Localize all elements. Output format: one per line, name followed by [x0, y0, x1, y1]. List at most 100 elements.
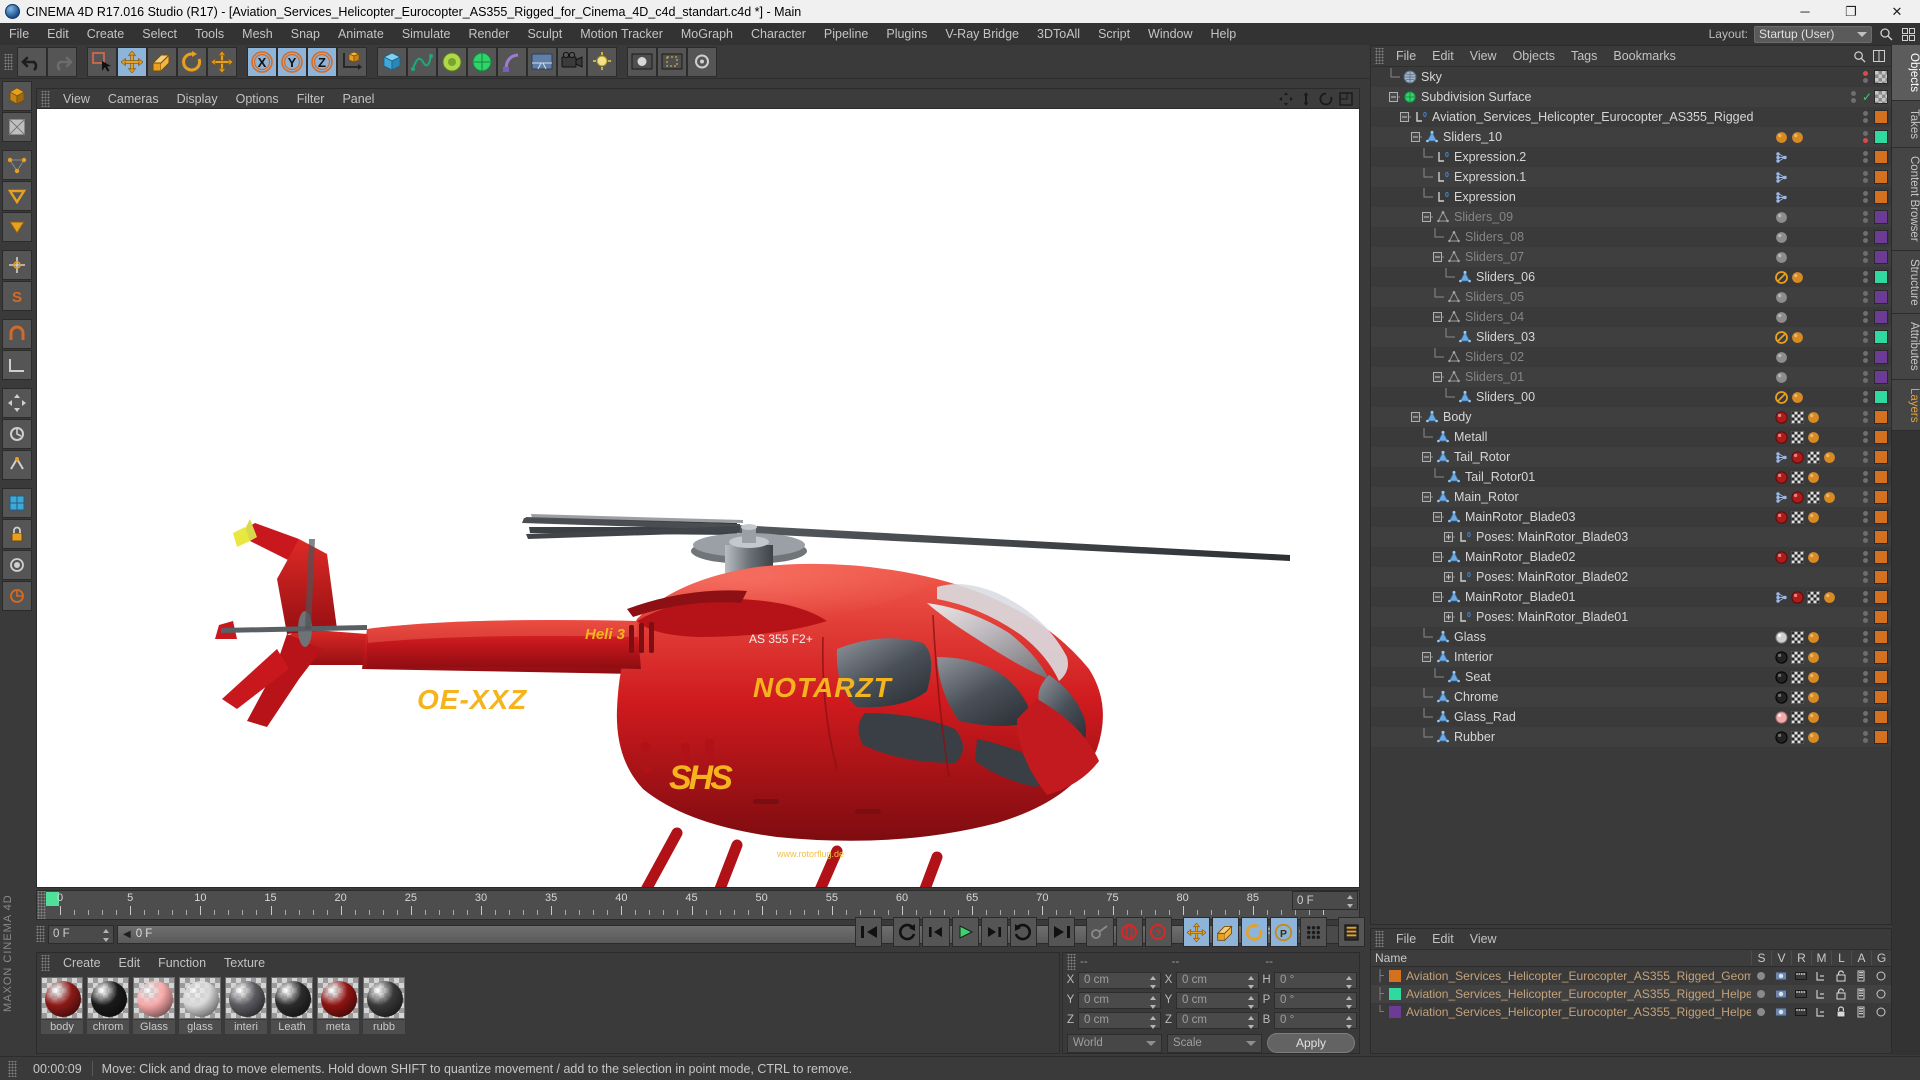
visibility-dots[interactable]: [1861, 650, 1870, 664]
subdivision-surface-button[interactable]: [467, 46, 497, 77]
layer-name[interactable]: Aviation_Services_Helicopter_Eurocopter_…: [1406, 969, 1751, 983]
object-name[interactable]: Sliders_07: [1465, 250, 1524, 264]
material-item[interactable]: Glass: [133, 977, 175, 1034]
menu-item-script[interactable]: Script: [1089, 23, 1139, 45]
expander-minus-icon[interactable]: [1432, 247, 1445, 267]
camera-button[interactable]: [557, 46, 587, 77]
visibility-dots[interactable]: [1861, 190, 1870, 204]
object-tree-row[interactable]: 0 Expression: [1371, 187, 1891, 207]
visibility-dots[interactable]: [1861, 350, 1870, 364]
point-level-animation-button[interactable]: [1299, 917, 1327, 947]
object-tree-row[interactable]: 0 Poses: MainRotor_Blade03: [1371, 527, 1891, 547]
status-bar-grip[interactable]: [8, 1060, 17, 1077]
visibility-dots[interactable]: [1861, 310, 1870, 324]
tag-checker-tag[interactable]: [1791, 630, 1804, 644]
menu-item-character[interactable]: Character: [742, 23, 815, 45]
layer-column-r[interactable]: R: [1791, 951, 1811, 965]
layer-color-swatch[interactable]: [1874, 410, 1888, 424]
layer-color-swatch[interactable]: [1874, 90, 1888, 104]
apply-button[interactable]: Apply: [1267, 1033, 1355, 1053]
layer-color-swatch[interactable]: [1874, 310, 1888, 324]
layer-row[interactable]: ├ Aviation_Services_Helicopter_Eurocopter…: [1371, 967, 1891, 985]
visibility-dots[interactable]: [1861, 690, 1870, 704]
visibility-dots[interactable]: [1861, 510, 1870, 524]
material-swatch[interactable]: [225, 977, 267, 1019]
visibility-dots[interactable]: [1861, 550, 1870, 564]
spline-pen-button[interactable]: [407, 46, 437, 77]
visibility-dots[interactable]: [1861, 670, 1870, 684]
size-x-field[interactable]: 0 cm: [1176, 971, 1259, 989]
material-item[interactable]: Leath: [271, 977, 313, 1034]
object-tree-row[interactable]: Rubber: [1371, 727, 1891, 747]
expander-minus-icon[interactable]: [1432, 507, 1445, 527]
visibility-dots[interactable]: [1861, 330, 1870, 344]
object-name[interactable]: Sliders_04: [1465, 310, 1524, 324]
record-button[interactable]: [2, 550, 32, 580]
material-item[interactable]: glass: [179, 977, 221, 1034]
tag-sphere-orange[interactable]: [1807, 711, 1820, 724]
layer-color-swatch[interactable]: [1874, 710, 1888, 724]
layer-color-swatch[interactable]: [1874, 370, 1888, 384]
tag-mat-red[interactable]: [1791, 590, 1804, 604]
axis-y-button[interactable]: Y: [277, 46, 307, 77]
tag-sphere-grey[interactable]: [1775, 351, 1788, 364]
menu-item-create[interactable]: Create: [78, 23, 134, 45]
material-menu-create[interactable]: Create: [54, 953, 110, 973]
layer-render-icon[interactable]: [1791, 988, 1811, 1000]
object-name[interactable]: Aviation_Services_Helicopter_Eurocopter_…: [1432, 110, 1754, 124]
coordinate-system-dropdown[interactable]: World: [1067, 1033, 1162, 1053]
object-name[interactable]: Sliders_10: [1443, 130, 1502, 144]
object-tree-row[interactable]: Glass: [1371, 627, 1891, 647]
layer-color-swatch[interactable]: [1874, 210, 1888, 224]
step-forward-button[interactable]: [980, 917, 1008, 947]
object-tree-row[interactable]: 0 Poses: MainRotor_Blade01: [1371, 607, 1891, 627]
expander-minus-icon[interactable]: [1432, 367, 1445, 387]
visibility-dots[interactable]: [1861, 270, 1870, 284]
tag-sphere-grey[interactable]: [1775, 251, 1788, 264]
layer-manager-grip[interactable]: [1375, 931, 1384, 947]
layer-manager-icon[interactable]: [1811, 988, 1831, 1000]
tag-xpresso-blue[interactable]: [1775, 451, 1788, 464]
object-name[interactable]: Chrome: [1454, 690, 1498, 704]
object-tree-row[interactable]: Sliders_10: [1371, 127, 1891, 147]
material-manager-grip[interactable]: [41, 955, 50, 971]
tag-mat-red[interactable]: [1775, 430, 1788, 444]
visibility-dots[interactable]: [1861, 250, 1870, 264]
menu-item-edit[interactable]: Edit: [38, 23, 78, 45]
layer-color-swatch[interactable]: [1874, 510, 1888, 524]
enable-axis-button[interactable]: S: [2, 281, 32, 311]
menu-item-tools[interactable]: Tools: [186, 23, 233, 45]
material-swatch[interactable]: [271, 977, 313, 1019]
object-tree-row[interactable]: Body: [1371, 407, 1891, 427]
object-tree-row[interactable]: Chrome: [1371, 687, 1891, 707]
visibility-dots[interactable]: [1861, 210, 1870, 224]
tag-checker-tag[interactable]: [1791, 710, 1804, 724]
layer-lock-icon[interactable]: [1831, 988, 1851, 1000]
tag-sphere-grey[interactable]: [1775, 371, 1788, 384]
tag-mat-red[interactable]: [1791, 490, 1804, 504]
layer-color-swatch[interactable]: [1389, 970, 1401, 982]
axis-x-button[interactable]: X: [247, 46, 277, 77]
menu-item-3dtoall[interactable]: 3DToAll: [1028, 23, 1089, 45]
object-tree-row[interactable]: Subdivision Surface ✓: [1371, 87, 1891, 107]
tag-checker-tag[interactable]: [1791, 670, 1804, 684]
layer-color-swatch[interactable]: [1874, 150, 1888, 164]
object-name[interactable]: Main_Rotor: [1454, 490, 1519, 504]
layer-manager-icon[interactable]: [1811, 970, 1831, 982]
lock-button[interactable]: [2, 519, 32, 549]
layer-column-m[interactable]: M: [1811, 951, 1831, 965]
object-tree-row[interactable]: Sliders_04: [1371, 307, 1891, 327]
coordinates-grip[interactable]: [1067, 953, 1076, 970]
object-tree-row[interactable]: MainRotor_Blade01: [1371, 587, 1891, 607]
object-tree-row[interactable]: Glass_Rad: [1371, 707, 1891, 727]
live-selection-button[interactable]: [87, 46, 117, 77]
layer-solo-dot-icon[interactable]: [1751, 970, 1771, 982]
object-menu-bookmarks[interactable]: Bookmarks: [1605, 46, 1684, 67]
material-swatch[interactable]: [179, 977, 221, 1019]
search-icon[interactable]: [1851, 48, 1867, 64]
search-icon[interactable]: [1878, 26, 1894, 42]
object-tree-row[interactable]: Sliders_03: [1371, 327, 1891, 347]
object-name[interactable]: Expression.2: [1454, 150, 1526, 164]
expander-plus-icon[interactable]: [1443, 527, 1456, 547]
object-menu-view[interactable]: View: [1462, 46, 1505, 67]
